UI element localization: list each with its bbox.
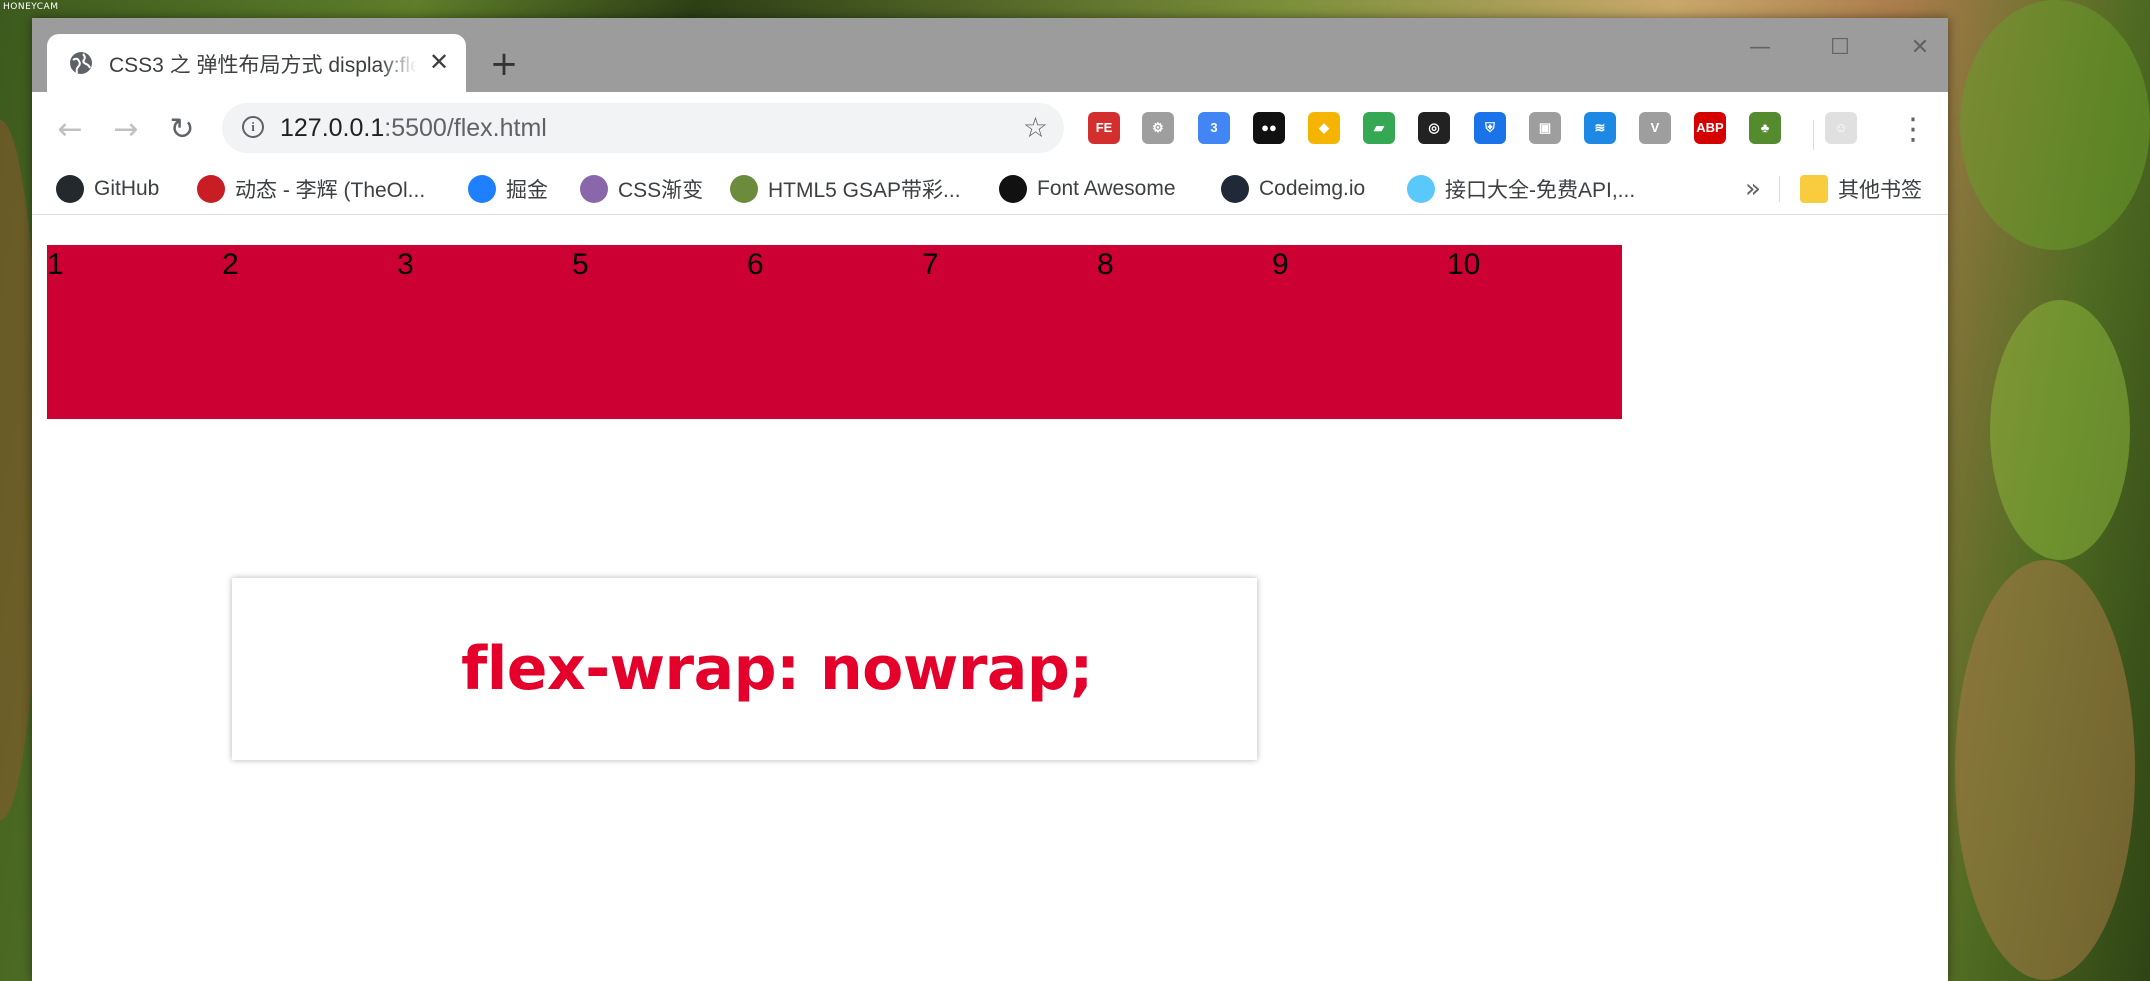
maximize-icon[interactable]: ☐	[1820, 28, 1860, 68]
new-tab-button[interactable]: +	[484, 44, 524, 84]
tab-active[interactable]: CSS3 之 弹性布局方式 display:flex ✕	[47, 34, 466, 92]
globe-icon	[70, 52, 92, 74]
shield-extension-icon[interactable]: ⛨	[1474, 112, 1506, 144]
bookmark-label: 掘金	[506, 179, 548, 202]
flex-item: 10	[1447, 248, 1481, 281]
code-icon	[1221, 175, 1249, 203]
fe-extension-icon[interactable]: FE	[1088, 112, 1120, 144]
tab-title: CSS3 之 弹性布局方式 display:flex	[109, 54, 417, 77]
close-window-icon[interactable]: ✕	[1900, 28, 1940, 68]
browser-window: CSS3 之 弹性布局方式 display:flex ✕ + — ☐ ✕ ← →…	[32, 18, 1948, 981]
abp-extension-icon[interactable]: ABP	[1694, 112, 1726, 144]
avatar-icon	[580, 175, 608, 203]
more-menu-icon[interactable]: ⋮	[1898, 110, 1928, 150]
bookmark-item[interactable]: HTML5 GSAP带彩...	[730, 164, 961, 214]
bookmark-item[interactable]: Codeimg.io	[1221, 164, 1365, 214]
android-extension-icon[interactable]: ♣	[1749, 112, 1781, 144]
bookmark-item[interactable]: 动态 - 李辉 (TheOl...	[197, 164, 425, 214]
flex-item: 1	[47, 248, 64, 281]
bookmark-label: 动态 - 李辉 (TheOl...	[235, 179, 426, 202]
label-card: flex-wrap: nowrap;	[232, 578, 1257, 760]
profile-avatar-icon[interactable]: ☺	[1825, 112, 1857, 144]
grey-extension-icon[interactable]: ▣	[1529, 112, 1561, 144]
other-bookmarks-folder[interactable]: 其他书签	[1800, 164, 1922, 214]
flex-item: 3	[397, 248, 414, 281]
page-content: 1 2 3 5 6 7 8 9 10 flex-wrap: nowrap;	[32, 215, 1948, 981]
tree-icon	[730, 175, 758, 203]
bookmark-label: HTML5 GSAP带彩...	[768, 179, 961, 202]
flex-item: 5	[572, 248, 589, 281]
bookmarks-bar: GitHub 动态 - 李辉 (TheOl... 掘金 CSS渐变 HTML5 GSAP…	[32, 164, 1948, 215]
flex-wrap-label: flex-wrap: nowrap;	[461, 634, 1093, 704]
bookmark-item[interactable]: CSS渐变	[580, 164, 703, 214]
green-extension-icon[interactable]: ▰	[1363, 112, 1395, 144]
url-path: :5500/flex.html	[384, 114, 547, 142]
tampermonkey-extension-icon[interactable]: ●●	[1253, 112, 1285, 144]
flex-item: 6	[747, 248, 764, 281]
wallpaper-tree-trunk	[1955, 560, 2135, 980]
honeycam-watermark: HONEYCAM	[3, 2, 59, 12]
close-tab-icon[interactable]: ✕	[426, 49, 452, 75]
bookmark-star-icon[interactable]: ☆	[1023, 111, 1048, 144]
minimize-icon[interactable]: —	[1740, 28, 1780, 68]
bookmark-item[interactable]: 接口大全-免费API,...	[1407, 164, 1635, 214]
bookmark-label: Font Awesome	[1037, 177, 1176, 200]
reload-icon[interactable]: ↻	[162, 110, 202, 150]
bookmark-label: 其他书签	[1838, 179, 1922, 202]
flex-container: 1 2 3 5 6 7 8 9 10	[47, 245, 1622, 419]
circle-extension-icon[interactable]: ◎	[1418, 112, 1450, 144]
gitee-icon	[197, 175, 225, 203]
juejin-icon	[468, 175, 496, 203]
wallpaper-foliage	[1990, 300, 2130, 560]
bookmark-item[interactable]: 掘金	[468, 164, 548, 214]
flag-icon	[999, 175, 1027, 203]
colorful-extension-icon[interactable]: ◆	[1308, 112, 1340, 144]
api-icon	[1407, 175, 1435, 203]
wallpaper-foliage	[1960, 0, 2150, 250]
url-text[interactable]: 127.0.0.1:5500/flex.html	[280, 114, 547, 143]
vue-extension-icon[interactable]: V	[1639, 112, 1671, 144]
forward-arrow-icon[interactable]: →	[106, 110, 146, 150]
back-arrow-icon[interactable]: ←	[50, 110, 90, 150]
flex-item: 2	[222, 248, 239, 281]
bookmarks-divider	[1779, 176, 1780, 202]
address-bar[interactable]: i 127.0.0.1:5500/flex.html ☆	[222, 103, 1064, 153]
link-extension-icon[interactable]: ⚙	[1142, 112, 1174, 144]
bookmark-label: GitHub	[94, 177, 160, 200]
bookmark-label: CSS渐变	[618, 179, 704, 202]
folder-icon	[1800, 175, 1828, 203]
bookmark-item[interactable]: Font Awesome	[999, 164, 1176, 214]
toolbar-divider	[1813, 120, 1814, 150]
flex-item: 8	[1097, 248, 1114, 281]
check-extension-icon[interactable]: 3	[1198, 112, 1230, 144]
bookmark-label: Codeimg.io	[1259, 177, 1366, 200]
bookmark-label: 接口大全-免费API,...	[1445, 179, 1636, 202]
info-icon[interactable]: i	[242, 116, 264, 138]
url-host: 127.0.0.1	[280, 114, 385, 142]
flex-item: 7	[922, 248, 939, 281]
blue-extension-icon[interactable]: ≋	[1584, 112, 1616, 144]
github-icon	[56, 175, 84, 203]
more-bookmarks-icon[interactable]: »	[1745, 164, 1761, 214]
flex-item: 9	[1272, 248, 1289, 281]
bookmark-item[interactable]: GitHub	[56, 164, 159, 214]
title-bar[interactable]: CSS3 之 弹性布局方式 display:flex ✕ + — ☐ ✕	[32, 18, 1948, 92]
